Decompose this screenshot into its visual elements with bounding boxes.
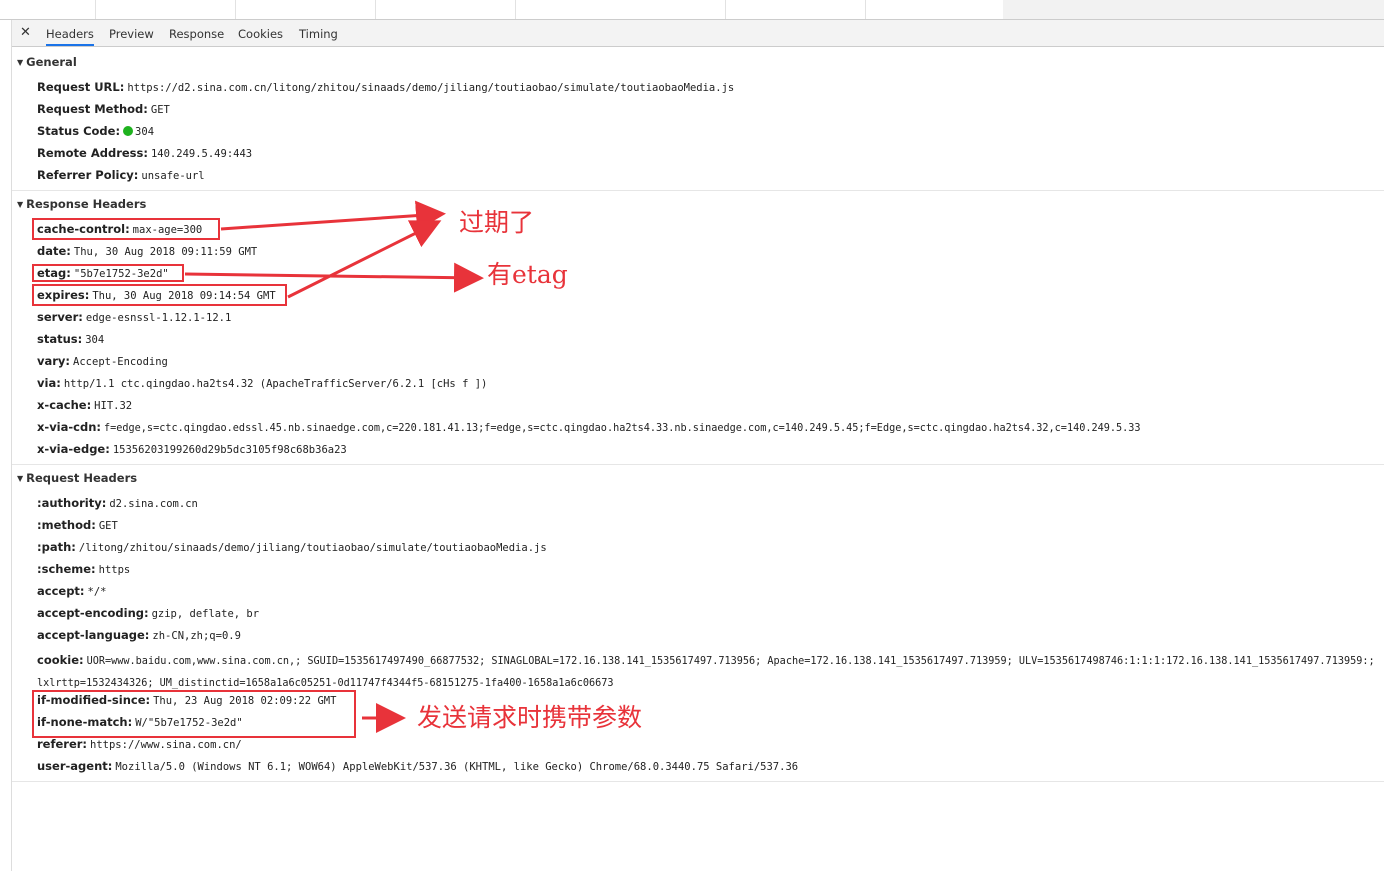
annotation-has-etag: 有etag xyxy=(487,260,568,289)
arrow-etag xyxy=(184,262,484,293)
arrow-cache-control xyxy=(220,200,446,231)
annotation-expired: 过期了 xyxy=(459,208,535,237)
annotation-request-params: 发送请求时携带参数 xyxy=(417,703,643,732)
arrow-expires xyxy=(287,220,442,299)
annotation-arrows xyxy=(184,200,484,733)
